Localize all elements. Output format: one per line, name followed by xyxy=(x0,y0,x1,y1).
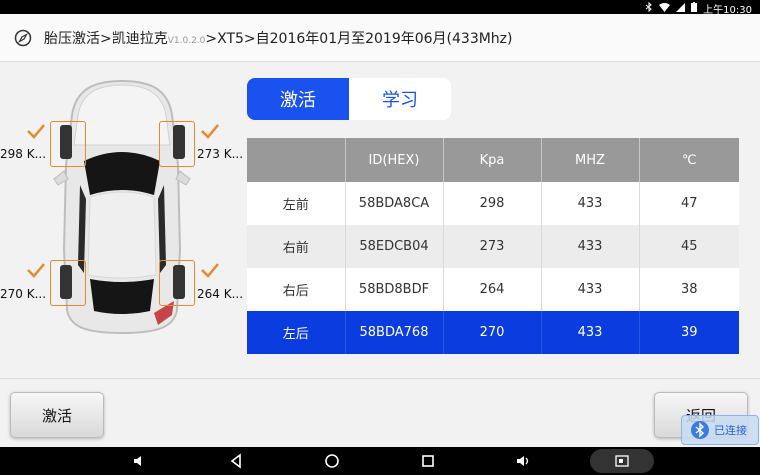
column-header-mhz: MHZ xyxy=(541,138,640,182)
table-row[interactable]: 左前 58BDA8CA 298 433 47 xyxy=(247,182,739,225)
cell-temp: 38 xyxy=(639,268,739,311)
pressure-rear-right: 264 K... xyxy=(197,287,244,301)
cell-kpa: 270 xyxy=(443,311,542,354)
cell-temp: 45 xyxy=(639,225,739,268)
cell-mhz: 433 xyxy=(541,182,640,225)
cell-temp: 39 xyxy=(639,311,739,354)
cell-position: 右前 xyxy=(247,225,346,268)
cell-position: 左前 xyxy=(247,182,346,225)
page-title: 胎压激活>凯迪拉克V1.0.2.0>XT5>自2016年01月至2019年06月… xyxy=(44,28,513,48)
tab-activate[interactable]: 激活 xyxy=(247,78,349,120)
cell-mhz: 433 xyxy=(541,311,640,354)
cell-position: 左后 xyxy=(247,311,346,354)
cell-mhz: 433 xyxy=(541,225,640,268)
status-bar: 上午10:30 xyxy=(0,0,760,16)
table-row[interactable]: 右前 58EDCB04 273 433 45 xyxy=(247,225,739,268)
tab-learn[interactable]: 学习 xyxy=(349,78,451,120)
signal-icon xyxy=(676,2,686,15)
wheel-rear-right[interactable] xyxy=(159,260,195,306)
bluetooth-connected-badge[interactable]: 已连接 xyxy=(681,415,759,445)
cell-kpa: 264 xyxy=(443,268,542,311)
compass-icon xyxy=(14,29,32,46)
car-diagram: 298 K... 273 K... 270 K... 264 K... xyxy=(0,75,245,335)
recents-icon[interactable] xyxy=(420,453,436,469)
pressure-rear-left: 270 K... xyxy=(0,287,47,301)
volume-up-icon[interactable] xyxy=(516,453,532,469)
column-header-temp: ℃ xyxy=(639,138,739,182)
column-header-kpa: Kpa xyxy=(443,138,542,182)
bluetooth-status-label: 已连接 xyxy=(714,424,747,437)
mode-tabs: 激活 学习 xyxy=(247,78,451,120)
activate-button[interactable]: 激活 xyxy=(10,392,104,438)
sensor-table: ID(HEX) Kpa MHZ ℃ 左前 58BDA8CA 298 433 47… xyxy=(247,138,739,354)
cell-mhz: 433 xyxy=(541,268,640,311)
home-icon[interactable] xyxy=(324,453,340,469)
cell-id: 58BDA8CA xyxy=(345,182,444,225)
cell-position: 右后 xyxy=(247,268,346,311)
table-row[interactable]: 右后 58BD8BDF 264 433 38 xyxy=(247,268,739,311)
screenshot-button[interactable] xyxy=(590,449,654,473)
column-header-position xyxy=(247,138,346,182)
cell-id: 58EDCB04 xyxy=(345,225,444,268)
cell-kpa: 273 xyxy=(443,225,542,268)
checkmark-icon-rear-left xyxy=(27,263,45,278)
table-row-selected[interactable]: 左后 58BDA768 270 433 39 xyxy=(247,311,739,354)
checkmark-icon-front-right xyxy=(201,124,219,139)
pressure-front-left: 298 K... xyxy=(0,147,47,161)
wifi-icon xyxy=(659,2,671,15)
pressure-front-right: 273 K... xyxy=(197,147,244,161)
wheel-front-left[interactable] xyxy=(50,121,86,167)
cell-id: 58BD8BDF xyxy=(345,268,444,311)
screenshot-icon xyxy=(615,455,629,467)
cell-temp: 47 xyxy=(639,182,739,225)
wheel-rear-left[interactable] xyxy=(50,260,86,306)
version-label: V1.0.2.0 xyxy=(167,35,206,46)
volume-down-icon[interactable] xyxy=(132,453,148,469)
title-bar: 胎压激活>凯迪拉克V1.0.2.0>XT5>自2016年01月至2019年06月… xyxy=(0,14,760,62)
back-icon[interactable] xyxy=(228,453,244,469)
table-header-row: ID(HEX) Kpa MHZ ℃ xyxy=(247,138,739,182)
checkmark-icon-front-left xyxy=(27,124,45,139)
bluetooth-icon xyxy=(691,421,709,439)
cell-kpa: 298 xyxy=(443,182,542,225)
footer-divider xyxy=(0,378,760,379)
checkmark-icon-rear-right xyxy=(201,263,219,278)
cell-id: 58BDA768 xyxy=(345,311,444,354)
title-vehicle: >XT5>自2016年01月至2019年06月(433Mhz) xyxy=(205,30,513,47)
navigation-bar xyxy=(0,447,760,475)
column-header-id: ID(HEX) xyxy=(345,138,444,182)
wheel-front-right[interactable] xyxy=(159,121,195,167)
title-main: 胎压激活>凯迪拉克 xyxy=(44,30,168,47)
